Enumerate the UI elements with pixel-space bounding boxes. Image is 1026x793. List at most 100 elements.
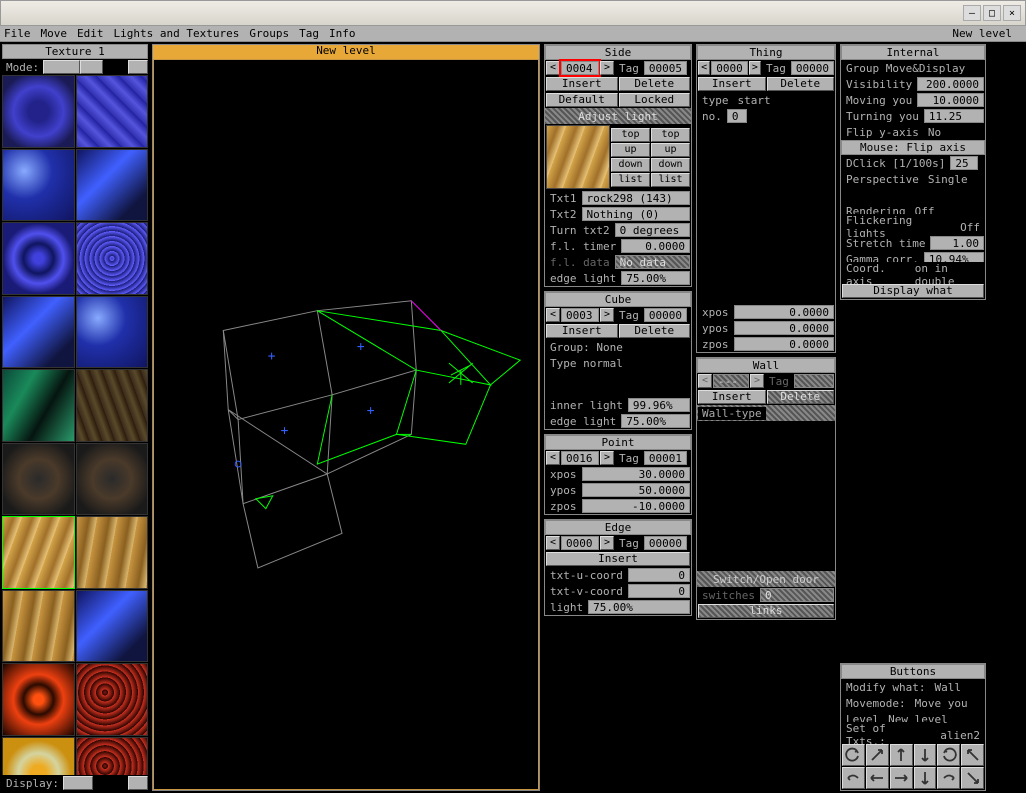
mode-up-button[interactable]: ∧ [128,60,148,74]
list-button-2[interactable]: list [651,173,690,187]
texture-swatch[interactable] [76,296,149,369]
menu-move[interactable]: Move [41,27,68,40]
movemode-value[interactable]: Move you [911,697,972,710]
turn-value[interactable]: 0 degrees [615,223,690,237]
cube-next-button[interactable]: > [600,308,614,322]
point-zpos-value[interactable]: -10.0000 [582,499,691,513]
up-button-1[interactable]: up [611,143,650,157]
cube-insert-button[interactable]: Insert [546,324,618,338]
arrow-down-right-icon[interactable] [961,767,984,789]
texture-swatch[interactable] [2,222,75,295]
cube-inner-value[interactable]: 99.96% [628,398,690,412]
texture-swatch[interactable] [76,75,149,148]
point-ypos-value[interactable]: 50.0000 [582,483,691,497]
texture-swatch[interactable] [76,737,149,776]
texture-swatch[interactable] [76,516,149,589]
texture-swatch[interactable] [76,443,149,516]
thing-insert-button[interactable]: Insert [698,77,766,91]
edge-prev-button[interactable]: < [546,536,560,550]
texture-swatch[interactable] [2,296,75,369]
up-button-2[interactable]: up [651,143,690,157]
flicker-value[interactable]: Off [956,221,984,234]
thing-ypos-value[interactable]: 0.0000 [734,321,835,335]
rotate-ccw-icon[interactable] [842,744,865,766]
texture-swatch[interactable] [2,443,75,516]
dclick-value[interactable]: 25 [950,156,978,170]
side-prev-button[interactable]: < [546,61,560,75]
edge-u-value[interactable]: 0 [628,568,690,582]
side-edge-light-value[interactable]: 75.00% [621,271,690,285]
texture-swatch[interactable] [2,663,75,736]
point-id[interactable]: 0016 [561,451,599,465]
texture-swatch[interactable] [76,663,149,736]
point-tag-value[interactable]: 00001 [644,451,687,465]
flip-value[interactable]: No [924,126,945,139]
texture-swatch[interactable] [76,590,149,663]
edge-v-value[interactable]: 0 [628,584,690,598]
side-delete-button[interactable]: Delete [619,77,691,91]
curve-right-icon[interactable] [937,767,960,789]
down-button-1[interactable]: down [611,158,650,172]
thing-id[interactable]: 0000 [711,61,748,75]
curve-left-icon[interactable] [842,767,865,789]
display-value[interactable]: All [63,776,93,790]
viewport-3d[interactable]: + + + + [153,59,539,790]
arrow-down-2-icon[interactable] [914,767,937,789]
texture-swatch[interactable] [76,149,149,222]
arrow-up-left-icon[interactable] [961,744,984,766]
point-next-button[interactable]: > [600,451,614,465]
menu-info[interactable]: Info [329,27,356,40]
cube-tag-value[interactable]: 00000 [644,308,687,322]
edge-id[interactable]: 0000 [561,536,599,550]
stretch-value[interactable]: 1.00 [930,236,984,250]
top-button-2[interactable]: top [651,128,690,142]
thing-tag-value[interactable]: 00000 [791,61,834,75]
top-button-1[interactable]: top [611,128,650,142]
side-id[interactable]: 0004 [561,61,599,75]
arrow-right-icon[interactable] [890,767,913,789]
arrow-up-right-icon[interactable] [866,744,889,766]
moving-value[interactable]: 10.0000 [917,93,984,107]
texture-swatch[interactable] [2,737,75,776]
texture-swatch[interactable] [2,590,75,663]
thing-no-value[interactable]: 0 [727,109,747,123]
visibility-value[interactable]: 200.0000 [917,77,984,91]
texture-preview[interactable] [546,125,610,189]
edge-tag-value[interactable]: 00000 [644,536,687,550]
thing-next-button[interactable]: > [749,61,761,75]
cube-id[interactable]: 0003 [561,308,599,322]
arrow-up-icon[interactable] [890,744,913,766]
cube-prev-button[interactable]: < [546,308,560,322]
texture-swatch[interactable] [76,222,149,295]
edge-insert-button[interactable]: Insert [546,552,690,566]
side-default-button[interactable]: Default [546,93,618,107]
wall-insert-button[interactable]: Insert [698,390,766,404]
fl-timer-value[interactable]: 0.0000 [621,239,690,253]
set-value[interactable]: alien2 [936,729,984,742]
menu-lights[interactable]: Lights and Textures [114,27,240,40]
cube-edge-value[interactable]: 75.00% [621,414,690,428]
menu-groups[interactable]: Groups [249,27,289,40]
side-insert-button[interactable]: Insert [546,77,618,91]
point-prev-button[interactable]: < [546,451,560,465]
texture-swatch[interactable] [2,149,75,222]
list-button-1[interactable]: list [611,173,650,187]
arrow-down-icon[interactable] [914,744,937,766]
down-button-2[interactable]: down [651,158,690,172]
maximize-button[interactable]: □ [983,5,1001,21]
menu-file[interactable]: File [4,27,31,40]
turning-value[interactable]: 11.25 [924,109,984,123]
thing-prev-button[interactable]: < [698,61,710,75]
edge-next-button[interactable]: > [600,536,614,550]
minimize-button[interactable]: — [963,5,981,21]
texture-swatch[interactable] [76,369,149,442]
thing-delete-button[interactable]: Delete [767,77,835,91]
texture-swatch[interactable] [2,75,75,148]
point-xpos-value[interactable]: 30.0000 [582,467,691,481]
modify-value[interactable]: Wall [930,681,965,694]
side-next-button[interactable]: > [600,61,614,75]
close-button[interactable]: × [1003,5,1021,21]
display-down-button[interactable]: ∨ [128,776,148,790]
txt1-value[interactable]: rock298 (143) [582,191,691,205]
perspective-value[interactable]: Single [924,173,972,186]
